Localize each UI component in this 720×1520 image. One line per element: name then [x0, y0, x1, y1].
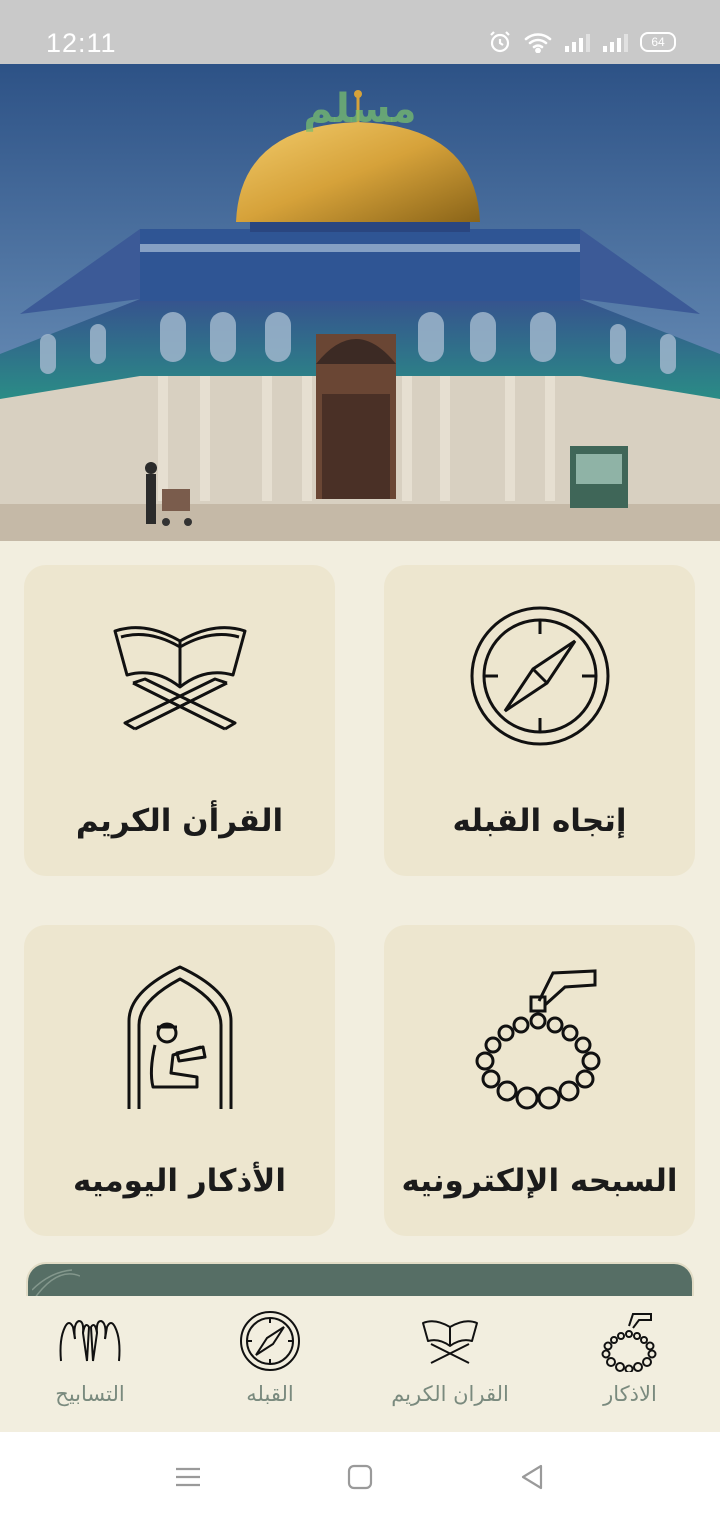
quran-stand-icon [422, 1320, 478, 1364]
nav-item-quran[interactable]: القران الكريم [360, 1296, 540, 1432]
signal-icon [565, 34, 590, 52]
quran-card-label: القرأن الكريم [75, 803, 284, 839]
compass-icon [470, 606, 609, 746]
home-button[interactable] [344, 1462, 376, 1492]
qibla-card-label: إتجاه القبله [452, 803, 627, 839]
qibla-card[interactable]: إتجاه القبله [384, 565, 695, 876]
tasbih-card-label: السبحه الإلكترونيه [401, 1163, 678, 1199]
back-button[interactable] [516, 1462, 548, 1492]
wifi-icon [524, 33, 552, 53]
nav-item-tasabih[interactable]: التسابيح [0, 1296, 180, 1432]
prayer-beads-icon [601, 1313, 657, 1372]
praying-person-icon [127, 965, 232, 1109]
azkar-card-label: الأذكار اليوميه [73, 1163, 286, 1199]
status-time: 12:11 [46, 28, 117, 58]
nav-item-azkar[interactable]: الاذكار [540, 1296, 720, 1432]
compass-icon [240, 1311, 300, 1371]
back-icon [521, 1464, 543, 1490]
status-bar: 12:11 64 [0, 0, 720, 64]
dome-of-the-rock-photo [0, 64, 720, 541]
nav-item-label: القران الكريم [391, 1382, 509, 1406]
azkar-card[interactable]: الأذكار اليوميه [24, 925, 335, 1236]
quran-card[interactable]: القرأن الكريم [24, 565, 335, 876]
nav-item-label: الاذكار [603, 1382, 657, 1406]
nav-item-label: القبله [246, 1382, 294, 1406]
home-icon [347, 1464, 373, 1490]
nav-item-qibla[interactable]: القبله [180, 1296, 360, 1432]
prayer-beads-icon [475, 969, 600, 1110]
praying-hands-icon [59, 1319, 121, 1362]
bottom-nav: التسابيح القبله القران الكريم الاذكار [0, 1296, 720, 1432]
menu-button[interactable] [172, 1462, 204, 1492]
menu-icon [176, 1467, 200, 1487]
battery-indicator: 64 [640, 32, 676, 52]
quran-stand-icon [113, 626, 246, 731]
app-logo: مسلم [303, 86, 417, 132]
nav-item-label: التسابيح [55, 1382, 125, 1406]
signal-icon [603, 34, 628, 52]
tasbih-card[interactable]: السبحه الإلكترونيه [384, 925, 695, 1236]
status-icons: 64 [488, 30, 676, 54]
system-nav-bar [0, 1432, 720, 1520]
hero-banner: مسلم [0, 64, 720, 541]
alarm-icon [490, 31, 510, 53]
